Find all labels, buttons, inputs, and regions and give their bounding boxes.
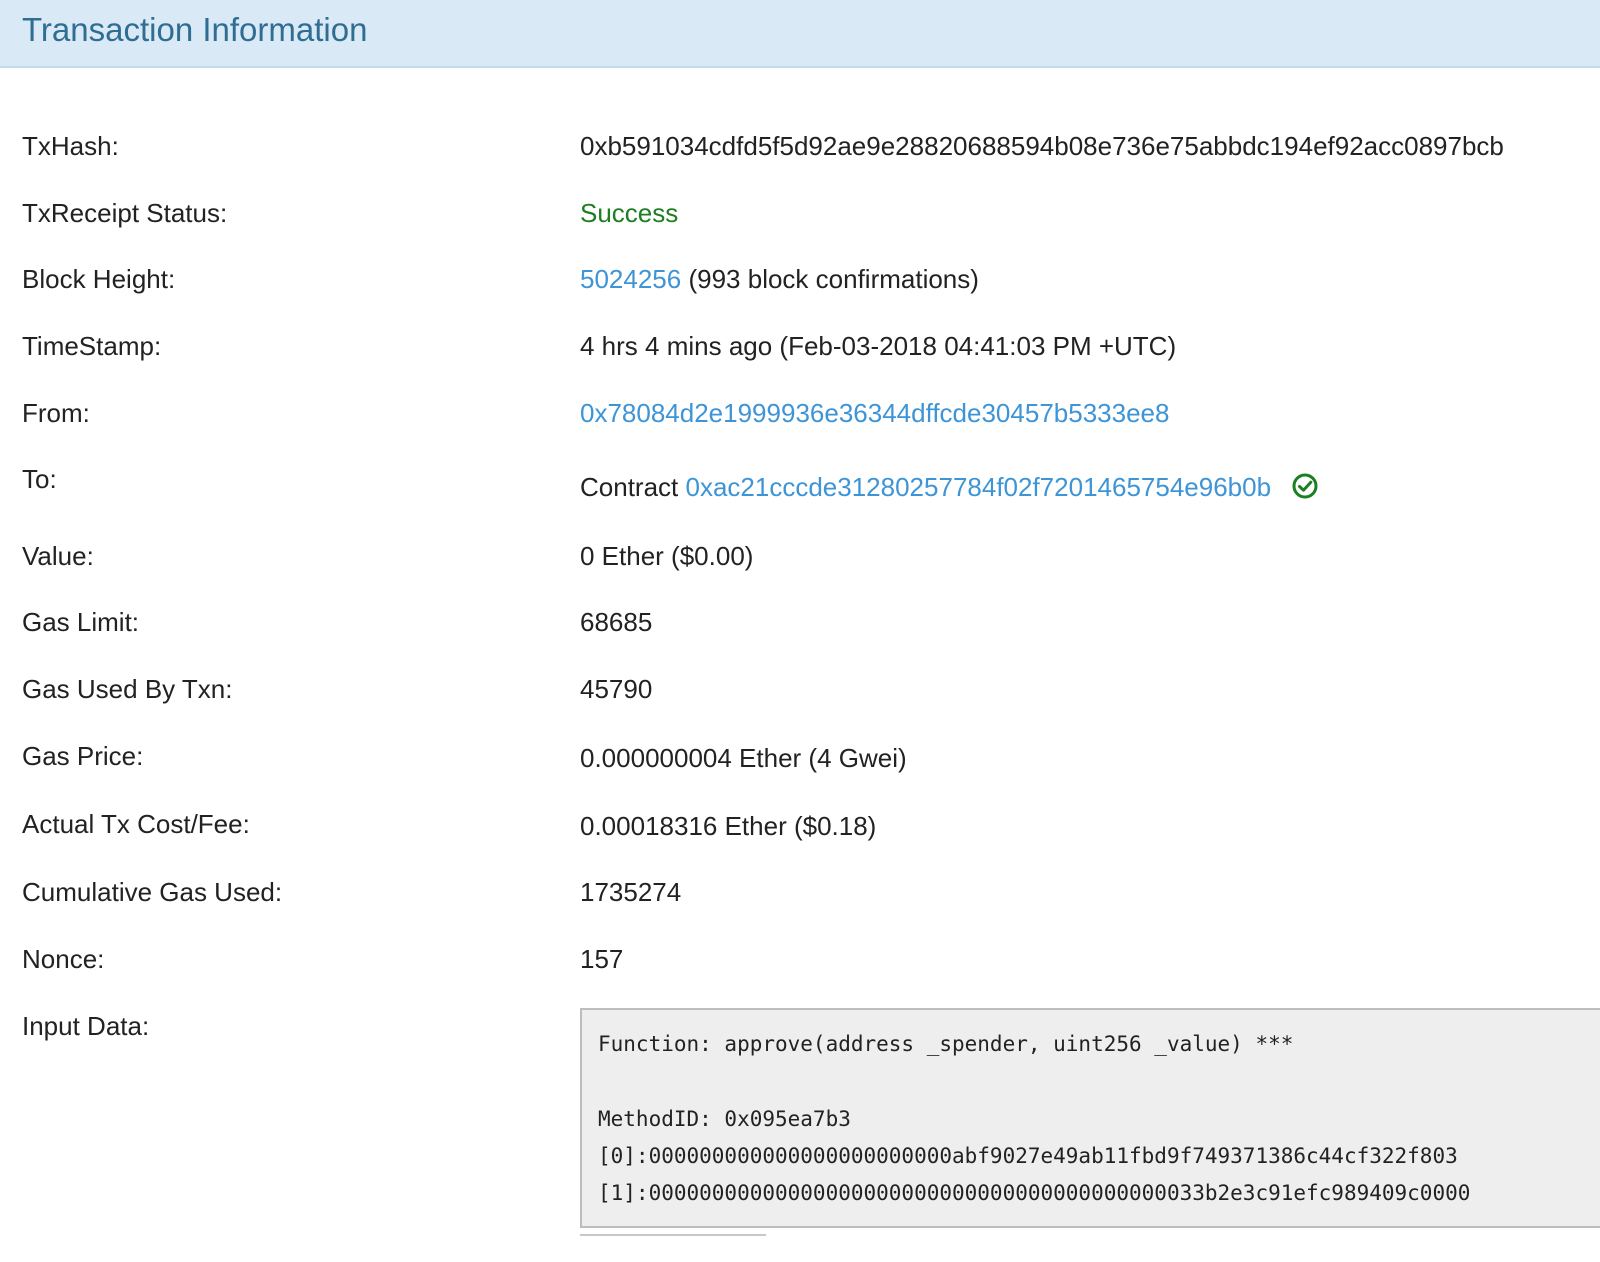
to-value: Contract 0xac21cccde31280257784f02f72014… <box>580 471 1318 503</box>
cumulative-gas-value: 1735274 <box>580 877 682 907</box>
nonce-value: 157 <box>580 944 624 974</box>
input-param-0-line: [0]:000000000000000000000000abf9027e49ab… <box>598 1144 1458 1168</box>
gas-limit-label: Gas Limit: <box>22 607 140 637</box>
transaction-page: Transaction Information TxHash: 0xb59103… <box>0 0 1600 1262</box>
value-amount: 0 Ether ($0.00) <box>580 541 754 571</box>
panel-title: Transaction Information <box>22 11 368 48</box>
input-data-label: Input Data: <box>22 1011 150 1041</box>
gas-price-label: Gas Price: <box>22 741 144 771</box>
status-label: TxReceipt Status: <box>22 198 228 228</box>
gas-limit-value: 68685 <box>580 607 653 637</box>
block-number-link[interactable]: 5024256 <box>580 264 681 294</box>
block-height-value: 5024256 (993 block confirmations) <box>580 263 979 295</box>
input-method-id-line: MethodID: 0x095ea7b3 <box>598 1107 851 1131</box>
to-label: To: <box>22 464 57 494</box>
input-box-underline <box>580 1234 766 1236</box>
input-function-line: Function: approve(address _spender, uint… <box>598 1032 1294 1056</box>
input-param-1-line: [1]:000000000000000000000000000000000000… <box>598 1181 1471 1205</box>
cumulative-gas-label: Cumulative Gas Used: <box>22 877 283 907</box>
from-label: From: <box>22 398 90 428</box>
timestamp-label: TimeStamp: <box>22 331 162 361</box>
tx-fee-value: 0.00018316 Ether ($0.18) <box>580 811 877 841</box>
from-address-link[interactable]: 0x78084d2e1999936e36344dffcde30457b5333e… <box>580 397 1169 429</box>
check-circle-icon <box>1292 473 1318 499</box>
value-label: Value: <box>22 541 94 571</box>
txhash-label: TxHash: <box>22 131 119 161</box>
block-confirmations: (993 block confirmations) <box>688 264 979 294</box>
to-prefix: Contract <box>580 472 679 502</box>
block-height-label: Block Height: <box>22 264 176 294</box>
timestamp-value: 4 hrs 4 mins ago (Feb-03-2018 04:41:03 P… <box>580 331 1177 361</box>
nonce-label: Nonce: <box>22 944 105 974</box>
to-address-link[interactable]: 0xac21cccde31280257784f02f7201465754e96b… <box>686 472 1272 502</box>
gas-used-value: 45790 <box>580 674 653 704</box>
tx-fee-label: Actual Tx Cost/Fee: <box>22 809 250 839</box>
gas-price-value: 0.000000004 Ether (4 Gwei) <box>580 743 907 773</box>
txhash-value: 0xb591034cdfd5f5d92ae9e28820688594b08e73… <box>580 131 1504 161</box>
gas-used-label: Gas Used By Txn: <box>22 674 233 704</box>
status-badge: Success <box>580 198 679 228</box>
input-data-box[interactable]: Function: approve(address _spender, uint… <box>580 1008 1600 1228</box>
panel-header: Transaction Information <box>0 0 1600 68</box>
